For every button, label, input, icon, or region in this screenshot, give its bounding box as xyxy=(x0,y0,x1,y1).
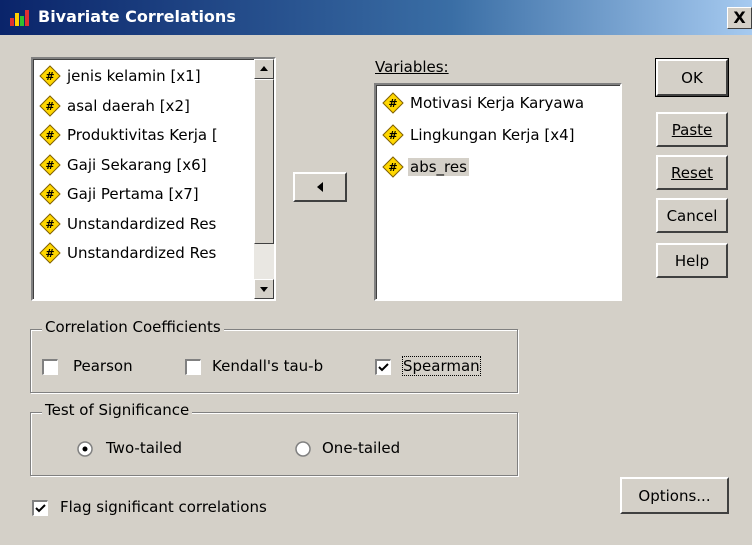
kendall-checkbox[interactable] xyxy=(185,359,201,375)
source-variable-item[interactable]: # Gaji Pertama [x7] xyxy=(39,181,201,207)
checkmark-icon xyxy=(35,504,46,513)
variables-label: Variables: xyxy=(375,58,449,76)
variable-name: Unstandardized Res xyxy=(67,214,217,233)
variable-name: Gaji Sekarang [x6] xyxy=(67,155,207,174)
source-variable-list[interactable]: # jenis kelamin [x1] # asal daerah [x2] # Pro… xyxy=(31,57,276,301)
two-tailed-radio[interactable] xyxy=(77,441,93,457)
variables-list[interactable]: # Motivasi Kerja Karyawa # Lingkungan Kerja… xyxy=(374,83,622,301)
variable-name: asal daerah [x2] xyxy=(67,96,190,115)
source-variable-item[interactable]: # Gaji Sekarang [x6] xyxy=(39,152,209,178)
svg-text:#: # xyxy=(45,159,54,172)
one-tailed-radio[interactable] xyxy=(295,441,311,457)
arrow-down-icon xyxy=(260,287,268,292)
svg-text:#: # xyxy=(45,129,54,142)
reset-button[interactable]: Reset xyxy=(656,155,728,190)
app-icon xyxy=(10,10,29,26)
variable-name: abs_res xyxy=(408,158,469,176)
scroll-down-button[interactable] xyxy=(254,279,274,299)
scale-variable-icon: # xyxy=(39,124,61,146)
variable-name: Lingkungan Kerja [x4] xyxy=(410,126,575,144)
cancel-button[interactable]: Cancel xyxy=(656,198,728,233)
paste-button[interactable]: Paste xyxy=(656,112,728,147)
source-variable-item[interactable]: # Produktivitas Kerja [ xyxy=(39,122,220,148)
scale-variable-icon: # xyxy=(382,124,404,146)
window-title: Bivariate Correlations xyxy=(38,7,236,26)
svg-text:#: # xyxy=(388,129,397,142)
pearson-label[interactable]: Pearson xyxy=(73,357,133,375)
flag-significant-label[interactable]: Flag significant correlations xyxy=(60,498,267,516)
svg-text:#: # xyxy=(388,97,397,110)
flag-significant-checkbox[interactable] xyxy=(32,500,48,516)
variable-name: Motivasi Kerja Karyawa xyxy=(410,94,585,112)
title-bar: Bivariate Correlations X xyxy=(0,0,752,35)
scale-variable-icon: # xyxy=(39,242,61,264)
test-of-significance-group xyxy=(30,412,518,476)
variable-name: Unstandardized Res xyxy=(67,244,217,262)
source-variable-item[interactable]: # jenis kelamin [x1] xyxy=(39,63,203,89)
variable-name: jenis kelamin [x1] xyxy=(67,67,201,85)
options-button[interactable]: Options... xyxy=(620,477,729,514)
svg-text:#: # xyxy=(388,161,397,174)
svg-text:#: # xyxy=(45,70,54,83)
source-list-scrollbar[interactable] xyxy=(254,59,274,299)
scale-variable-icon: # xyxy=(382,156,404,178)
spearman-label[interactable]: Spearman xyxy=(402,356,481,376)
two-tailed-label[interactable]: Two-tailed xyxy=(106,439,182,457)
svg-text:#: # xyxy=(45,247,54,260)
arrow-up-icon xyxy=(260,66,268,71)
scroll-up-button[interactable] xyxy=(254,59,274,79)
scale-variable-icon: # xyxy=(39,212,61,235)
scale-variable-icon: # xyxy=(39,65,61,87)
correlation-coefficients-label: Correlation Coefficients xyxy=(42,318,224,336)
close-button[interactable]: X xyxy=(727,7,752,29)
move-variable-button[interactable] xyxy=(293,172,347,202)
variable-name: Gaji Pertama [x7] xyxy=(67,185,199,203)
one-tailed-label[interactable]: One-tailed xyxy=(322,439,400,457)
checkmark-icon xyxy=(378,363,389,372)
svg-text:#: # xyxy=(45,100,54,113)
svg-text:#: # xyxy=(45,218,54,231)
pearson-checkbox[interactable] xyxy=(42,359,58,375)
reset-label: Reset xyxy=(671,163,713,182)
scroll-thumb[interactable] xyxy=(254,79,274,244)
scale-variable-icon: # xyxy=(39,153,61,176)
spearman-checkbox[interactable] xyxy=(375,359,391,375)
analysis-variable-item[interactable]: # Lingkungan Kerja [x4] xyxy=(382,122,577,148)
ok-button[interactable]: OK xyxy=(655,58,729,97)
scale-variable-icon: # xyxy=(382,92,404,114)
analysis-variable-item[interactable]: # Motivasi Kerja Karyawa xyxy=(382,90,586,116)
paste-label: Paste xyxy=(671,120,713,139)
svg-text:#: # xyxy=(45,188,54,201)
help-button[interactable]: Help xyxy=(656,243,728,278)
analysis-variable-item[interactable]: # abs_res xyxy=(382,154,469,180)
kendall-label[interactable]: Kendall's tau-b xyxy=(212,357,323,375)
source-variable-item[interactable]: # Unstandardized Res xyxy=(39,240,218,266)
source-variable-item[interactable]: # asal daerah [x2] xyxy=(39,93,192,119)
source-variable-item[interactable]: # Unstandardized Res xyxy=(39,211,218,237)
variable-name: Produktivitas Kerja [ xyxy=(67,126,218,144)
arrow-left-icon xyxy=(317,182,323,192)
scale-variable-icon: # xyxy=(39,94,61,117)
test-of-significance-label: Test of Significance xyxy=(42,401,193,419)
scale-variable-icon: # xyxy=(39,183,61,205)
